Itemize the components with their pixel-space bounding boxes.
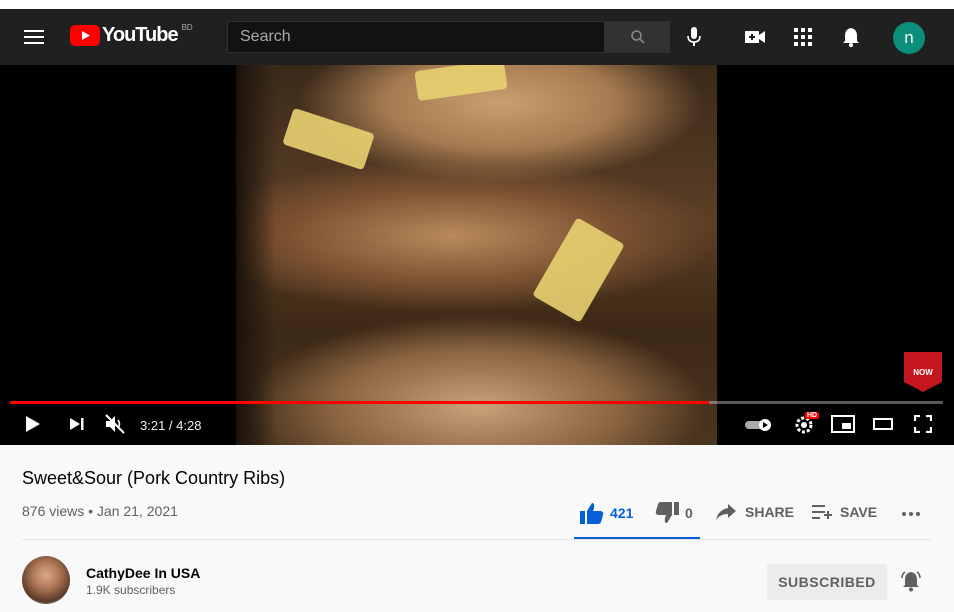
progress-played (10, 401, 709, 404)
miniplayer-icon[interactable] (830, 411, 856, 437)
like-button[interactable]: 421 (580, 502, 633, 524)
video-meta: 876 views • Jan 21, 2021 (22, 503, 178, 519)
lemon-slice (282, 107, 375, 171)
hd-badge: HD (805, 412, 820, 419)
create-video-icon[interactable] (743, 23, 767, 51)
progress-bar[interactable] (10, 401, 943, 404)
like-count: 421 (610, 505, 634, 521)
fullscreen-icon[interactable] (910, 411, 936, 437)
search-input[interactable]: Search (227, 21, 605, 53)
video-frame (236, 65, 717, 445)
thumbs-up-icon (580, 503, 604, 524)
save-playlist-icon (812, 505, 832, 519)
share-icon (716, 504, 736, 520)
share-label: SHARE (745, 504, 795, 520)
video-title: Sweet&Sour (Pork Country Ribs) (22, 468, 286, 488)
account-avatar[interactable]: n (893, 22, 925, 54)
top-strip (0, 0, 954, 9)
next-icon[interactable] (64, 411, 90, 437)
apps-icon[interactable] (791, 23, 815, 51)
country-code: BD (181, 23, 193, 32)
notifications-icon[interactable] (839, 23, 863, 51)
search-icon (630, 30, 645, 44)
dislike-count: 0 (685, 505, 693, 521)
youtube-logo-icon (70, 25, 100, 46)
channel-name[interactable]: CathyDee In USA (86, 565, 200, 581)
more-actions-icon[interactable] (898, 502, 924, 526)
divider (22, 539, 932, 540)
thumbs-down-icon (655, 502, 679, 523)
theater-icon[interactable] (870, 411, 896, 437)
mute-icon[interactable] (102, 411, 128, 437)
search-button[interactable] (605, 21, 670, 53)
youtube-logo[interactable]: YouTube BD (70, 23, 193, 47)
share-button[interactable]: SHARE (715, 503, 794, 521)
time-display: 3:21 / 4:28 (140, 418, 202, 433)
dislike-button[interactable]: 0 (655, 502, 693, 524)
subscriber-count: 1.9K subscribers (86, 583, 176, 597)
menu-icon[interactable] (20, 23, 48, 51)
badge-text: NOW (913, 367, 933, 377)
lemon-slice (532, 217, 625, 323)
autoplay-toggle-icon[interactable] (744, 413, 774, 437)
logo-text: YouTube (102, 24, 179, 46)
subscribed-button[interactable]: SUBSCRIBED (767, 564, 887, 600)
subscribe-now-badge[interactable]: NOW (904, 352, 942, 392)
save-button[interactable]: SAVE (812, 503, 877, 521)
microphone-icon[interactable] (682, 23, 706, 51)
settings-icon[interactable]: HD (791, 411, 820, 437)
lemon-slice (414, 65, 508, 102)
notification-bell-icon[interactable] (898, 568, 924, 594)
play-icon[interactable] (20, 411, 46, 437)
channel-avatar[interactable] (22, 556, 70, 604)
video-player[interactable]: NOW 3:21 / 4:28 HD (0, 65, 954, 445)
frame-shadow (236, 65, 276, 445)
save-label: SAVE (840, 504, 878, 520)
masthead: YouTube BD Search n (0, 9, 954, 65)
